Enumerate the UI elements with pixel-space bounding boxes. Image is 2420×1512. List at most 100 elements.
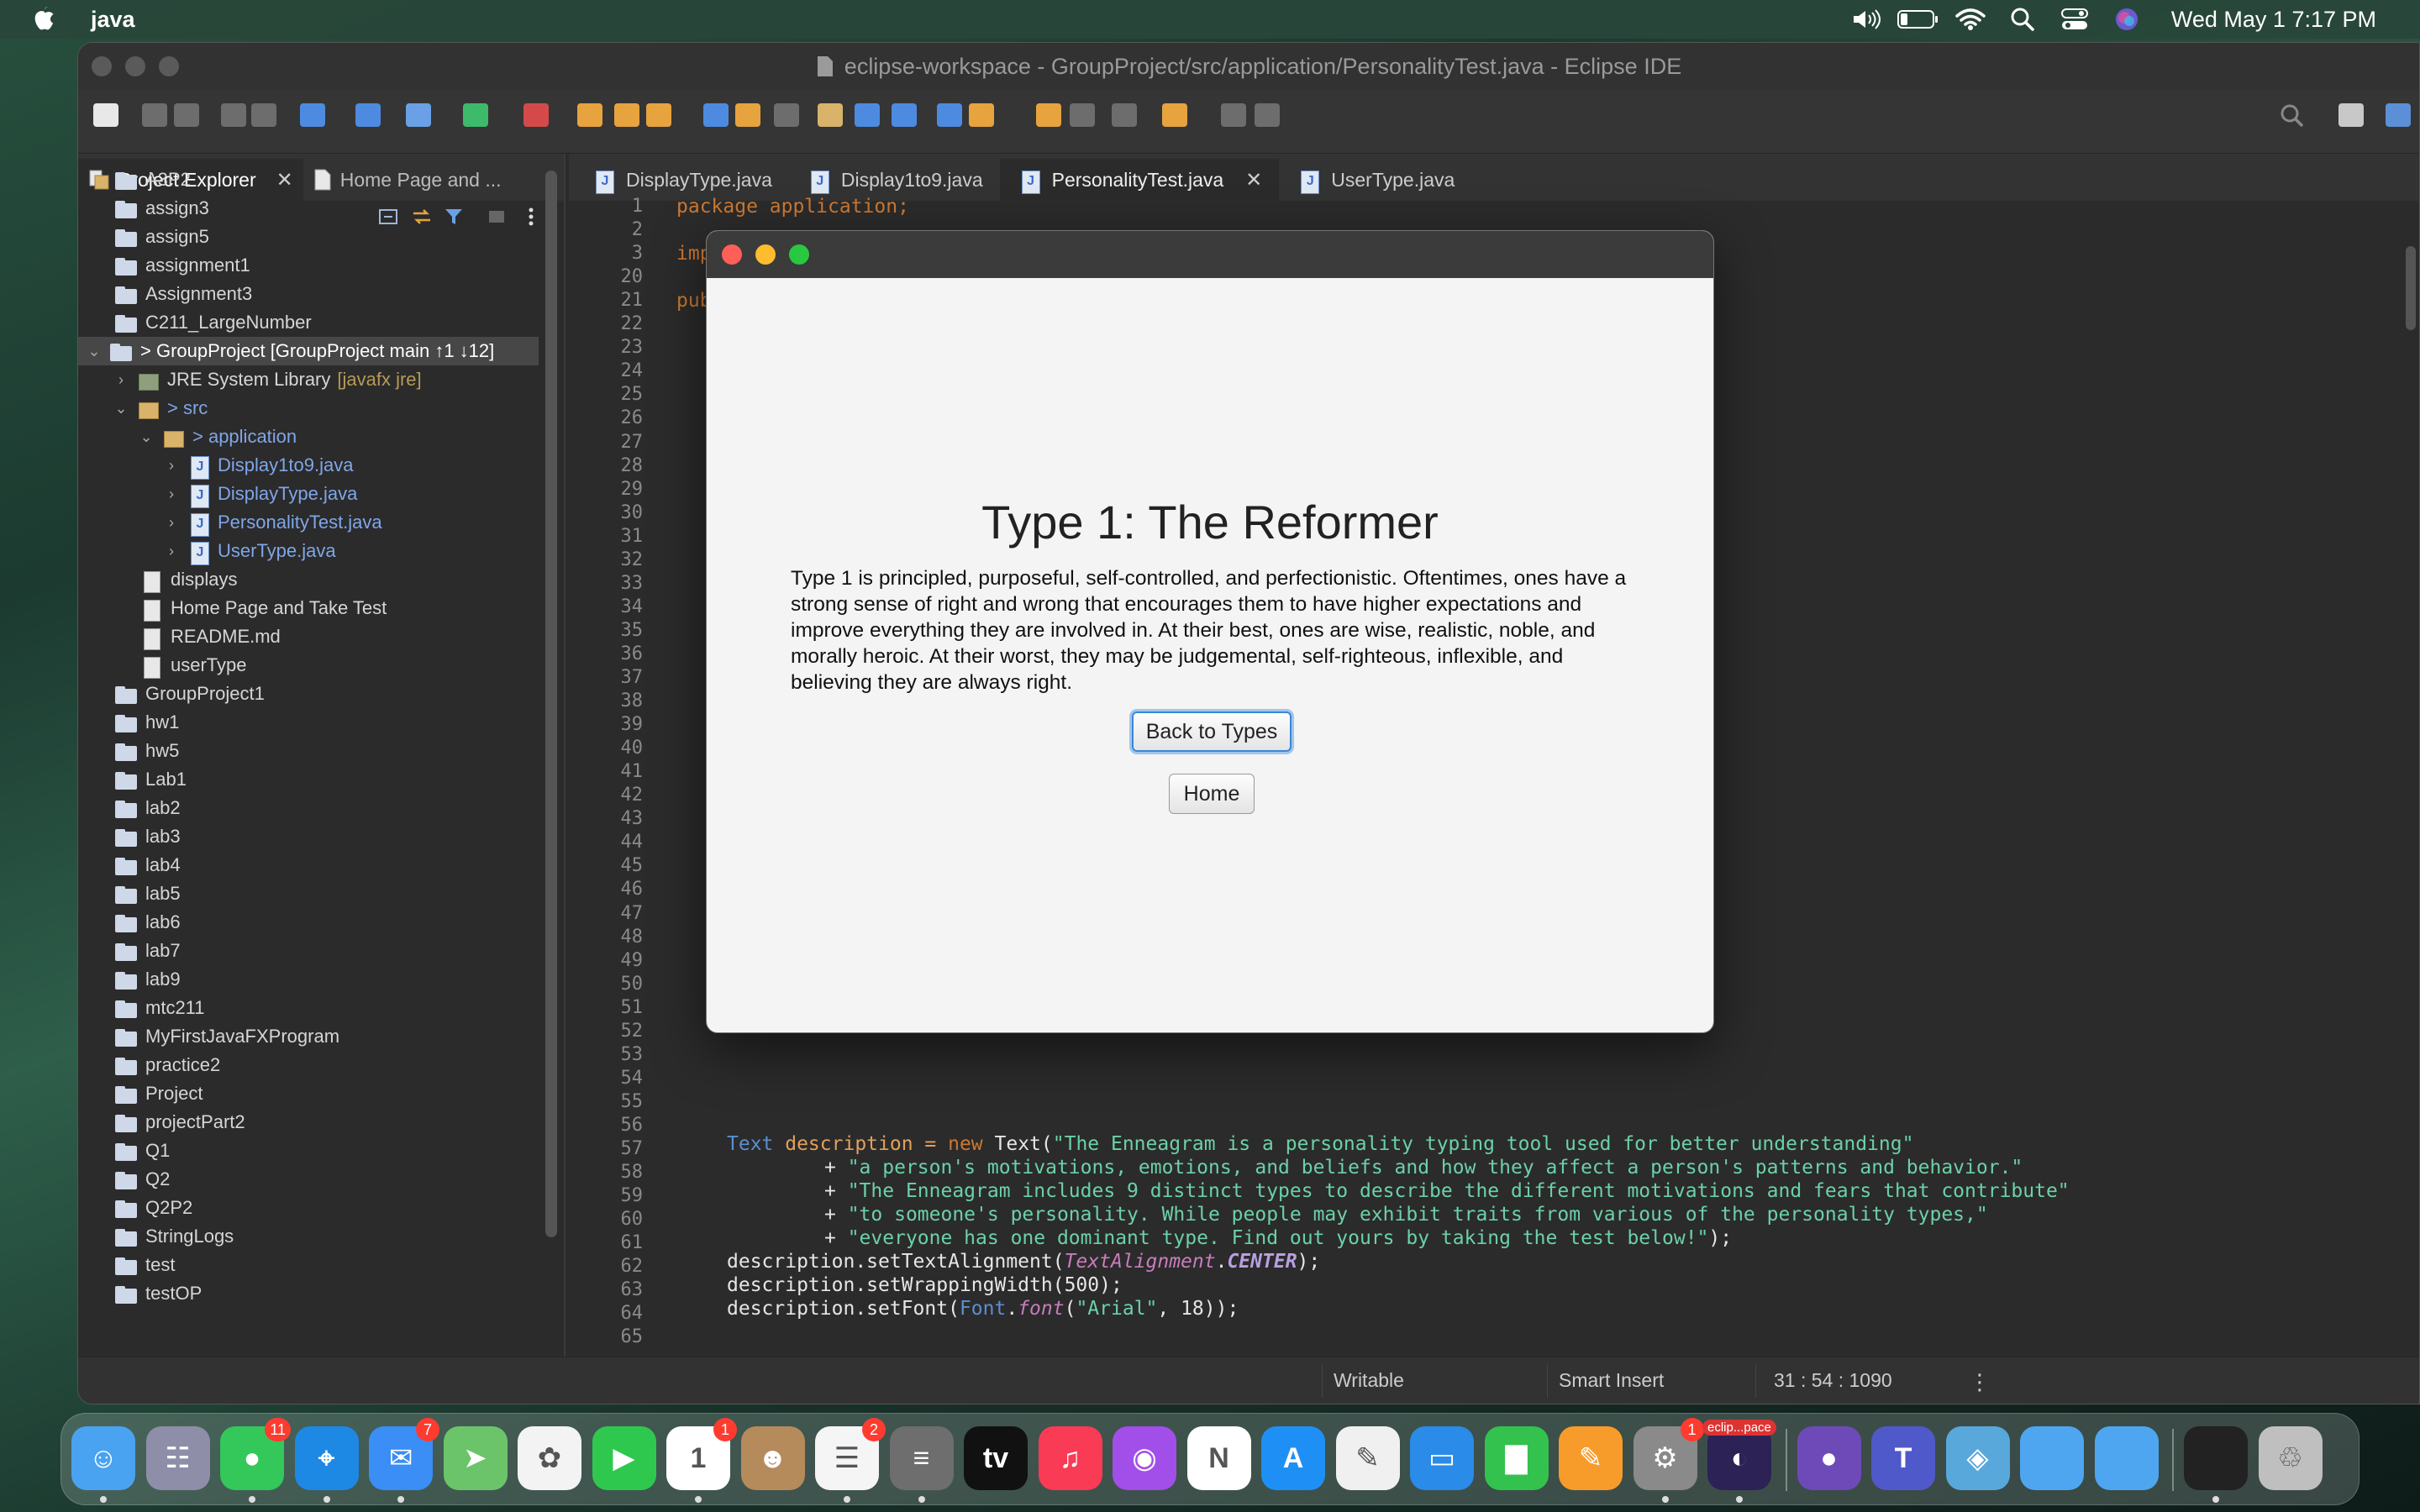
tree-item[interactable]: › Display1to9.java — [78, 451, 539, 480]
eclipse-icon[interactable]: ◐ eclip...pace — [1702, 1420, 1776, 1490]
tree-item[interactable]: › PersonalityTest.java — [78, 508, 539, 537]
window-thumbnail-icon[interactable] — [2184, 1426, 2248, 1490]
perspective-java-icon[interactable] — [2386, 103, 2411, 127]
toolbar-outline-icon[interactable] — [855, 103, 880, 127]
tree-item[interactable]: projectPart2 — [78, 1108, 539, 1137]
app-store-icon[interactable]: A — [1261, 1426, 1325, 1490]
tree-item[interactable]: MyFirstJavaFXProgram — [78, 1022, 539, 1051]
settings-icon[interactable]: ⚙ 1 — [1633, 1418, 1704, 1490]
tree-item[interactable]: Lab1 — [78, 765, 539, 794]
tree-item[interactable]: assignment1 — [78, 251, 539, 280]
tree-item[interactable]: C211_LargeNumber — [78, 308, 539, 337]
toolbar-search-icon[interactable] — [2280, 103, 2305, 128]
launchpad-icon[interactable]: ☷ — [145, 1426, 210, 1490]
tree-item[interactable]: Q2 — [78, 1165, 539, 1194]
volume-icon[interactable] — [1840, 0, 1892, 39]
tree-item[interactable]: lab6 — [78, 908, 539, 937]
photos-icon[interactable]: ✿ — [518, 1426, 581, 1490]
tree-item[interactable]: assign5 — [78, 223, 539, 251]
active-app-name[interactable]: java — [91, 7, 135, 33]
tree-item[interactable]: Home Page and Take Test — [78, 594, 539, 622]
fx-zoom-button[interactable] — [789, 244, 809, 265]
textedit-icon[interactable]: ✎ — [1335, 1426, 1400, 1490]
toolbar-task-icon[interactable] — [818, 103, 843, 127]
folder-icon[interactable] — [2020, 1426, 2084, 1490]
fx-close-button[interactable] — [722, 244, 742, 265]
numbers-icon[interactable]: ▇ — [1484, 1426, 1549, 1490]
notes-icon[interactable]: ≡ — [889, 1426, 954, 1490]
toolbar-open-folder-icon[interactable] — [614, 103, 639, 127]
toolbar-annotation-icon[interactable] — [646, 103, 671, 127]
toolbar-save-icon[interactable] — [142, 103, 167, 127]
tree-item[interactable]: › DisplayType.java — [78, 480, 539, 508]
toolbar-highlight-icon[interactable] — [735, 103, 760, 127]
chevron-down-icon[interactable]: ⌄ — [85, 343, 103, 360]
tree-item[interactable]: lab2 — [78, 794, 539, 822]
tree-item[interactable]: › UserType.java — [78, 537, 539, 565]
tree-item[interactable]: lab9 — [78, 965, 539, 994]
toolbar-prev-annotation-icon[interactable] — [969, 103, 994, 127]
mail-icon[interactable]: ✉ 7 — [369, 1418, 439, 1490]
status-menu-icon[interactable]: ⋮ — [1969, 1369, 1991, 1395]
chevron-down-icon[interactable]: ⌄ — [137, 428, 155, 446]
tree-item[interactable]: testOP — [78, 1279, 539, 1308]
toolbar-debug-icon[interactable] — [355, 103, 381, 127]
tree-item[interactable]: StringLogs — [78, 1222, 539, 1251]
chevron-right-icon[interactable]: › — [162, 486, 181, 503]
editor-tab[interactable]: PersonalityTest.java ✕ — [999, 159, 1280, 201]
tree-item[interactable]: lab3 — [78, 822, 539, 851]
toolbar-redo-icon[interactable] — [251, 103, 276, 127]
tree-item[interactable]: Project — [78, 1079, 539, 1108]
window-minimize-button[interactable] — [125, 56, 145, 76]
teams-icon[interactable]: T — [1871, 1426, 1935, 1490]
folder-icon[interactable] — [2094, 1426, 2159, 1490]
tree-item[interactable]: Q1 — [78, 1137, 539, 1165]
toolbar-next-annotation-icon[interactable] — [937, 103, 962, 127]
tree-item[interactable]: ⌄ > application — [78, 423, 539, 451]
facetime-icon[interactable]: ▶ — [592, 1426, 656, 1490]
tree-item[interactable]: Assignment3 — [78, 280, 539, 308]
tree-item[interactable]: displays — [78, 565, 539, 594]
toolbar-skip-icon[interactable] — [406, 103, 431, 127]
editor-tab[interactable]: DisplayType.java — [574, 159, 789, 201]
trash-icon[interactable]: ♲ — [2258, 1426, 2323, 1490]
tree-item[interactable]: ⌄ > src — [78, 394, 539, 423]
editor-tab[interactable]: UserType.java — [1279, 159, 1471, 201]
toolbar-undo-icon[interactable] — [221, 103, 246, 127]
chevron-right-icon[interactable]: › — [112, 371, 130, 389]
fx-minimize-button[interactable] — [755, 244, 776, 265]
music-icon[interactable]: ♫ — [1038, 1426, 1102, 1490]
chevron-right-icon[interactable]: › — [162, 543, 181, 560]
calendar-icon[interactable]: 11 — [666, 1418, 737, 1490]
safari-icon[interactable]: ⌖ — [294, 1426, 359, 1490]
chevron-right-icon[interactable]: › — [162, 457, 181, 475]
toolbar-terminal-icon[interactable] — [300, 103, 325, 127]
tree-item[interactable]: test — [78, 1251, 539, 1279]
podcasts-icon[interactable]: ◉ — [1113, 1426, 1176, 1490]
toolbar-forward-icon[interactable] — [1070, 103, 1095, 127]
tree-item[interactable]: › JRE System Library [javafx jre] — [78, 365, 539, 394]
toolbar-search-icon[interactable] — [703, 103, 729, 127]
menu-bar-clock[interactable]: Wed May 1 7:17 PM — [2171, 7, 2376, 33]
chevron-down-icon[interactable]: ⌄ — [112, 400, 130, 417]
close-tab-icon[interactable]: ✕ — [1245, 168, 1262, 192]
toolbar-history-back-icon[interactable] — [1112, 103, 1137, 127]
tree-item[interactable]: lab4 — [78, 851, 539, 879]
window-close-button[interactable] — [92, 56, 112, 76]
reminders-icon[interactable]: ☰ 2 — [815, 1418, 886, 1490]
project-explorer-scrollbar[interactable] — [545, 171, 557, 1237]
github-icon[interactable]: ● — [1797, 1426, 1861, 1490]
control-center-icon[interactable] — [2049, 0, 2101, 39]
toolbar-run-icon[interactable] — [463, 103, 488, 127]
back-to-types-button[interactable]: Back to Types — [1132, 711, 1292, 752]
finder-icon[interactable]: ☺ — [71, 1426, 135, 1490]
tree-item[interactable]: ⌄ > GroupProject [GroupProject main ↑1 ↓1… — [78, 337, 539, 365]
toolbar-paragraph-icon[interactable] — [892, 103, 917, 127]
tree-item[interactable]: GroupProject1 — [78, 680, 539, 708]
tree-item[interactable]: Q2P2 — [78, 1194, 539, 1222]
home-button[interactable]: Home — [1169, 774, 1255, 814]
keynote-icon[interactable]: ▭ — [1410, 1426, 1474, 1490]
maps-icon[interactable]: ➤ — [443, 1426, 508, 1490]
contacts-icon[interactable]: ☻ — [740, 1426, 805, 1490]
spotlight-search-icon[interactable] — [1996, 0, 2049, 39]
